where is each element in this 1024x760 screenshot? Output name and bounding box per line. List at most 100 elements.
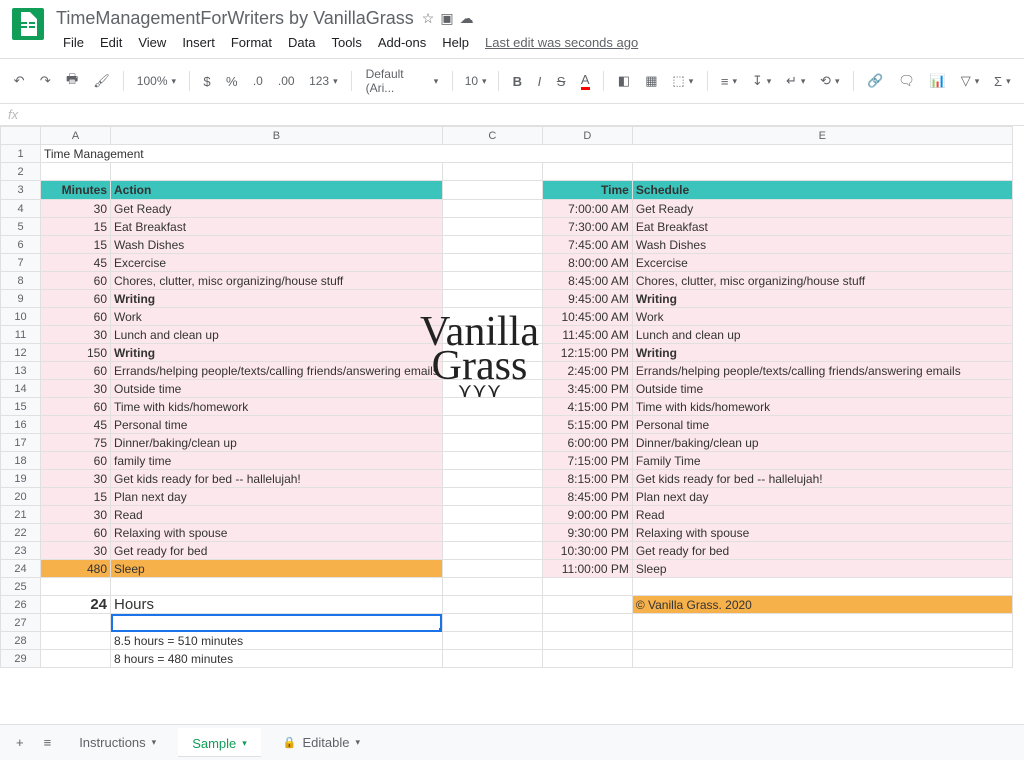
minutes-cell[interactable]: 30 xyxy=(41,380,111,398)
action-cell[interactable]: Get kids ready for bed -- hallelujah! xyxy=(111,470,443,488)
action-cell[interactable]: Lunch and clean up xyxy=(111,326,443,344)
header-schedule[interactable]: Schedule xyxy=(632,181,1012,200)
font-select[interactable]: Default (Ari... xyxy=(360,63,445,99)
undo-button[interactable]: ↶ xyxy=(8,69,30,93)
time-cell[interactable]: 8:45:00 AM xyxy=(542,272,632,290)
strike-button[interactable]: S xyxy=(551,70,571,93)
minutes-cell[interactable]: 30 xyxy=(41,200,111,218)
action-cell[interactable]: Outside time xyxy=(111,380,443,398)
row-header[interactable]: 9 xyxy=(1,290,41,308)
time-cell[interactable]: 7:45:00 AM xyxy=(542,236,632,254)
action-cell[interactable]: family time xyxy=(111,452,443,470)
fill-color-button[interactable]: ◧ xyxy=(612,69,635,93)
schedule-cell[interactable]: Errands/helping people/texts/calling fri… xyxy=(632,362,1012,380)
col-header-c[interactable]: C xyxy=(442,127,542,145)
italic-button[interactable]: I xyxy=(532,70,547,93)
minutes-cell[interactable]: 15 xyxy=(41,218,111,236)
tab-instructions[interactable]: Instructions▾ xyxy=(65,729,170,756)
action-cell[interactable]: Errands/helping people/texts/calling fri… xyxy=(111,362,443,380)
copyright-cell[interactable]: © Vanilla Grass. 2020 xyxy=(632,596,1012,614)
minutes-cell[interactable]: 60 xyxy=(41,290,111,308)
minutes-cell[interactable]: 15 xyxy=(41,236,111,254)
font-size-select[interactable]: 10 xyxy=(461,70,490,92)
more-formats-button[interactable]: 123 xyxy=(304,70,343,92)
action-cell[interactable]: Personal time xyxy=(111,416,443,434)
col-header-d[interactable]: D xyxy=(542,127,632,145)
currency-button[interactable]: $ xyxy=(198,70,217,93)
row-header[interactable]: 23 xyxy=(1,542,41,560)
time-cell[interactable]: 7:15:00 PM xyxy=(542,452,632,470)
schedule-cell[interactable]: Eat Breakfast xyxy=(632,218,1012,236)
action-cell[interactable]: Wash Dishes xyxy=(111,236,443,254)
minutes-cell[interactable]: 30 xyxy=(41,470,111,488)
note-cell[interactable]: 8.5 hours = 510 minutes xyxy=(111,632,443,650)
add-sheet-button[interactable]: + xyxy=(10,731,30,754)
minutes-cell[interactable]: 60 xyxy=(41,272,111,290)
row-header[interactable]: 19 xyxy=(1,470,41,488)
schedule-cell[interactable]: Get Ready xyxy=(632,200,1012,218)
action-cell[interactable]: Plan next day xyxy=(111,488,443,506)
row-header[interactable]: 12 xyxy=(1,344,41,362)
action-cell[interactable]: Chores, clutter, misc organizing/house s… xyxy=(111,272,443,290)
row-header[interactable]: 22 xyxy=(1,524,41,542)
move-icon[interactable]: ▣ xyxy=(440,10,453,27)
schedule-cell[interactable]: Work xyxy=(632,308,1012,326)
functions-button[interactable]: Σ xyxy=(989,70,1016,93)
row-header[interactable]: 27 xyxy=(1,614,41,632)
row-header[interactable]: 2 xyxy=(1,163,41,181)
v-align-button[interactable]: ↧ xyxy=(746,69,776,93)
row-header[interactable]: 21 xyxy=(1,506,41,524)
minutes-cell[interactable]: 45 xyxy=(41,254,111,272)
menu-view[interactable]: View xyxy=(131,31,173,54)
row-header[interactable]: 4 xyxy=(1,200,41,218)
tab-sample[interactable]: Sample▾ xyxy=(178,728,261,757)
row-header[interactable]: 26 xyxy=(1,596,41,614)
time-cell[interactable]: 8:00:00 AM xyxy=(542,254,632,272)
link-button[interactable]: 🔗 xyxy=(862,69,889,93)
zoom-select[interactable]: 100% xyxy=(132,70,181,92)
row-header[interactable]: 3 xyxy=(1,181,41,200)
print-button[interactable]: 🖶 xyxy=(60,66,83,96)
minutes-cell[interactable]: 30 xyxy=(41,506,111,524)
decrease-decimal-button[interactable]: .0 xyxy=(247,70,268,92)
tab-editable[interactable]: 🔒Editable▾ xyxy=(269,729,374,756)
schedule-cell[interactable]: Wash Dishes xyxy=(632,236,1012,254)
time-cell[interactable]: 7:30:00 AM xyxy=(542,218,632,236)
time-cell[interactable]: 11:45:00 AM xyxy=(542,326,632,344)
col-header-e[interactable]: E xyxy=(632,127,1012,145)
row-header[interactable]: 24 xyxy=(1,560,41,578)
header-time[interactable]: Time xyxy=(542,181,632,200)
minutes-cell[interactable]: 30 xyxy=(41,542,111,560)
merge-button[interactable]: ⬚ xyxy=(667,69,698,93)
action-cell[interactable]: Excercise xyxy=(111,254,443,272)
row-header[interactable]: 25 xyxy=(1,578,41,596)
action-cell[interactable]: Work xyxy=(111,308,443,326)
menu-data[interactable]: Data xyxy=(281,31,322,54)
menu-tools[interactable]: Tools xyxy=(324,31,368,54)
schedule-cell[interactable]: Sleep xyxy=(632,560,1012,578)
time-cell[interactable]: 6:00:00 PM xyxy=(542,434,632,452)
spreadsheet-grid[interactable]: A B C D E 1Time Management 2 3 Minutes A… xyxy=(0,126,1013,668)
minutes-cell[interactable]: 15 xyxy=(41,488,111,506)
time-cell[interactable]: 10:30:00 PM xyxy=(542,542,632,560)
rotate-button[interactable]: ⟲ xyxy=(815,69,845,93)
row-header[interactable]: 18 xyxy=(1,452,41,470)
row-header[interactable]: 13 xyxy=(1,362,41,380)
time-cell[interactable]: 5:15:00 PM xyxy=(542,416,632,434)
action-cell[interactable]: Dinner/baking/clean up xyxy=(111,434,443,452)
schedule-cell[interactable]: Personal time xyxy=(632,416,1012,434)
schedule-cell[interactable]: Writing xyxy=(632,290,1012,308)
percent-button[interactable]: % xyxy=(220,70,243,93)
row-header[interactable]: 5 xyxy=(1,218,41,236)
action-cell[interactable]: Eat Breakfast xyxy=(111,218,443,236)
schedule-cell[interactable]: Plan next day xyxy=(632,488,1012,506)
cloud-icon[interactable]: ☁ xyxy=(460,10,474,27)
star-icon[interactable]: ☆ xyxy=(422,10,435,27)
schedule-cell[interactable]: Chores, clutter, misc organizing/house s… xyxy=(632,272,1012,290)
row-header[interactable]: 10 xyxy=(1,308,41,326)
increase-decimal-button[interactable]: .00 xyxy=(272,70,300,92)
schedule-cell[interactable]: Dinner/baking/clean up xyxy=(632,434,1012,452)
minutes-cell[interactable]: 75 xyxy=(41,434,111,452)
col-header-a[interactable]: A xyxy=(41,127,111,145)
row-header[interactable]: 6 xyxy=(1,236,41,254)
